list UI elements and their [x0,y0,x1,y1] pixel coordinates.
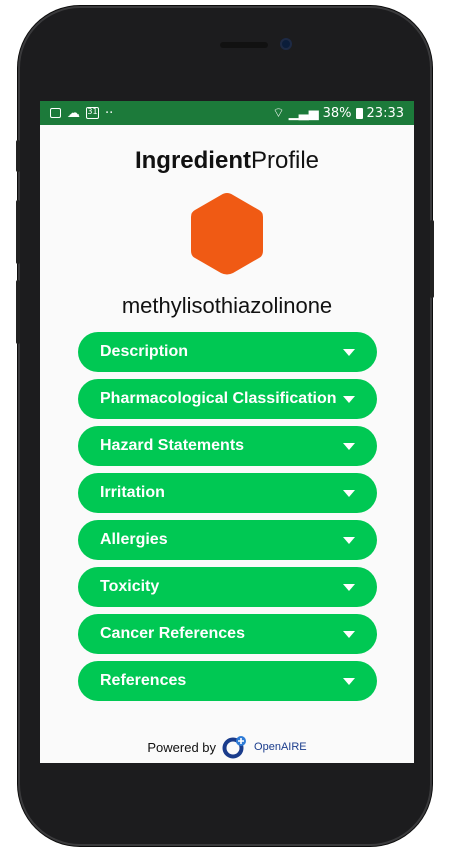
gallery-icon [50,108,61,118]
section-label: Description [100,343,189,360]
chevron-down-icon [343,583,355,591]
front-camera [280,38,292,50]
sync-icon: ☁ [67,105,80,121]
section-references[interactable]: References [78,661,377,701]
section-irritation[interactable]: Irritation [78,473,377,513]
wifi-icon: ⌔ [272,106,285,121]
section-hazard-statements[interactable]: Hazard Statements [78,426,377,466]
section-label: Allergies [100,531,168,548]
power-button [430,220,434,298]
title-regular: Profile [250,147,320,174]
more-notifications-icon: ·· [105,105,114,121]
speaker-grille [220,42,268,48]
bixby-button [16,280,20,344]
calendar-icon: 31 [86,107,99,119]
openaire-logo-text: OpenAIRE [254,741,307,753]
section-label: Irritation [100,484,165,501]
chevron-down-icon [343,395,355,403]
section-list: Description Pharmacological Classificati… [40,332,414,701]
section-label: Hazard Statements [100,437,245,454]
section-label: Cancer References [100,625,245,642]
section-label: Pharmacological Classification [100,390,337,407]
section-description[interactable]: Description [78,332,377,372]
clock: 23:33 [366,105,404,121]
section-allergies[interactable]: Allergies [78,520,377,560]
page-title: IngredientProfile [40,147,414,175]
section-cancer-references[interactable]: Cancer References [78,614,377,654]
section-toxicity[interactable]: Toxicity [78,567,377,607]
section-pharmacological-classification[interactable]: Pharmacological Classification [78,379,377,419]
chevron-down-icon [343,489,355,497]
volume-down-button [16,200,20,264]
battery-icon [355,107,363,119]
app-screen: ☁ 31 ·· ⌔ ▁▃▅ 38% 23:33 IngredientProfil… [40,101,414,763]
ingredient-name: methylisothiazolinone [121,293,333,318]
signal-icon: ▁▃▅ [288,105,319,121]
title-bold: Ingredient [134,147,251,174]
section-label: References [100,672,187,689]
status-bar: ☁ 31 ·· ⌔ ▁▃▅ 38% 23:33 [40,101,414,125]
chevron-down-icon [343,677,355,685]
ingredient-hexagon-icon [191,193,263,275]
chevron-down-icon [343,442,355,450]
chevron-down-icon [343,536,355,544]
powered-by-footer: Powered by OpenAIRE [40,735,414,759]
openaire-logo-icon[interactable] [222,735,248,759]
volume-up-button [16,140,20,172]
chevron-down-icon [343,630,355,638]
battery-percent: 38% [322,105,352,121]
powered-by-label: Powered by [147,739,217,755]
chevron-down-icon [343,348,355,356]
section-label: Toxicity [100,578,160,595]
